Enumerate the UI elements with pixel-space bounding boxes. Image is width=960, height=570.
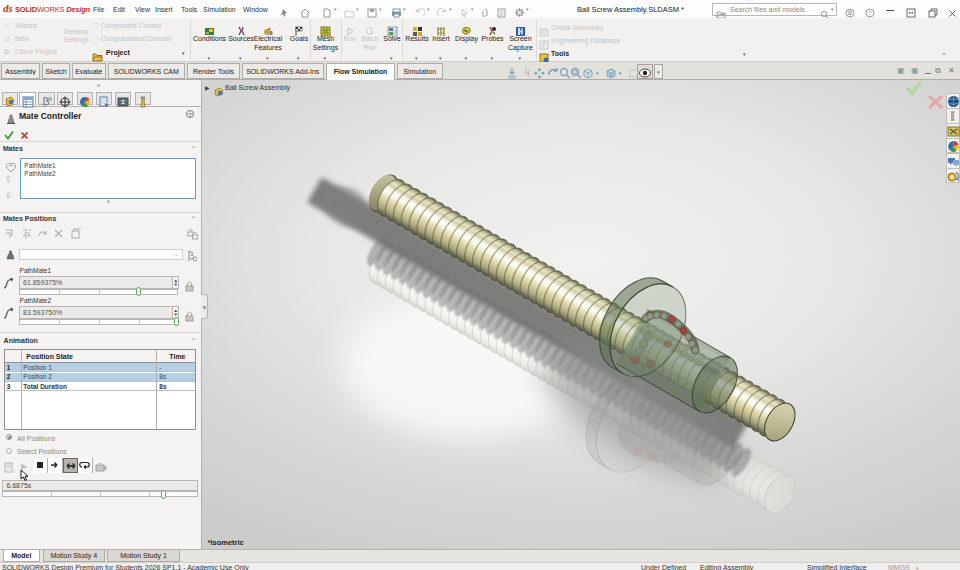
- svg-text:?: ?: [868, 10, 872, 16]
